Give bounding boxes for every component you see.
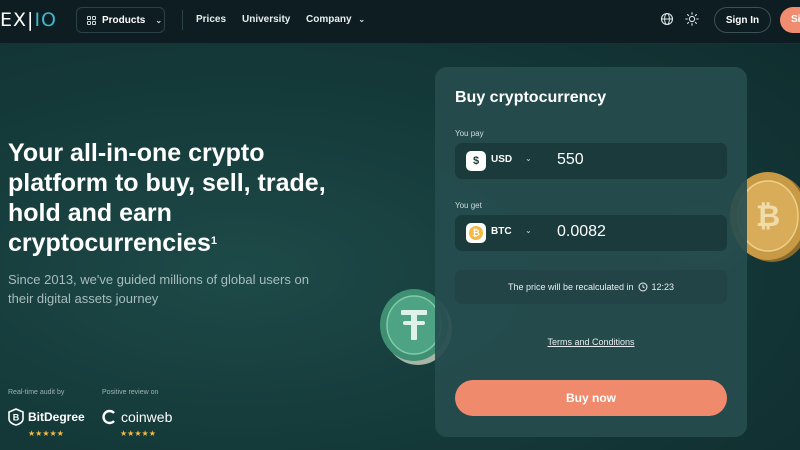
svg-text:B: B [13, 413, 20, 423]
terms-and-conditions-link[interactable]: Terms and Conditions [435, 337, 747, 347]
countdown-timer: 12:23 [651, 282, 675, 292]
top-navigation: EX|IO Products ⌄ Prices University Compa… [0, 0, 800, 44]
review-label: Positive review on [102, 389, 159, 396]
usd-icon: $ [466, 151, 486, 171]
chevron-down-icon[interactable]: ⌄ [525, 154, 532, 163]
chevron-down-icon: ⌄ [358, 15, 366, 24]
pay-amount-input[interactable]: 550 [557, 151, 584, 169]
sun-icon[interactable] [685, 12, 699, 26]
audit-label: Real-time audit by [8, 389, 65, 396]
card-title: Buy cryptocurrency [455, 89, 607, 106]
coinweb-name: coinweb [121, 409, 173, 425]
get-amount-output: 0.0082 [557, 223, 606, 240]
products-label: Products [102, 14, 146, 26]
bitdegree-rating: ★★★★★ [28, 429, 64, 438]
pay-currency-select[interactable]: USD [491, 154, 512, 165]
sign-up-button[interactable]: Sign Up [780, 7, 800, 33]
price-recalc-notice: The price will be recalculated in 12:23 [455, 270, 727, 304]
globe-icon[interactable] [660, 12, 674, 26]
chevron-down-icon[interactable]: ⌄ [525, 226, 532, 235]
bitdegree-badge[interactable]: B BitDegree [8, 408, 85, 426]
nav-link-prices[interactable]: Prices [196, 14, 226, 25]
hero-title: Your all-in-one crypto platform to buy, … [8, 139, 326, 257]
products-menu-button[interactable]: Products ⌄ [76, 7, 165, 33]
chevron-down-icon: ⌄ [155, 15, 163, 25]
nav-link-company[interactable]: Company ⌄ [306, 14, 365, 25]
logo[interactable]: EX|IO [0, 9, 57, 31]
get-currency-select[interactable]: BTC [491, 226, 512, 237]
sign-in-button[interactable]: Sign In [714, 7, 771, 33]
you-get-label: You get [455, 201, 482, 210]
clock-icon [638, 282, 648, 292]
nav-link-university[interactable]: University [242, 14, 290, 25]
buy-now-button[interactable]: Buy now [455, 380, 727, 416]
svg-text:₿: ₿ [756, 199, 780, 234]
grid-icon [87, 15, 96, 25]
you-get-field: ₿ BTC ⌄ 0.0082 [455, 215, 727, 251]
hero-subtitle: Since 2013, we've guided millions of glo… [8, 272, 309, 306]
footnote-marker[interactable]: 1 [211, 235, 217, 247]
btc-icon: ₿ [466, 223, 486, 243]
coinweb-badge[interactable]: coinweb [101, 408, 172, 426]
buy-crypto-card: Buy cryptocurrency You pay $ USD ⌄ 550 Y… [435, 67, 747, 437]
nav-divider [182, 10, 183, 30]
bitdegree-name: BitDegree [28, 410, 85, 424]
bitdegree-logo-icon: B [8, 408, 24, 426]
coinweb-logo-icon [102, 409, 115, 425]
you-pay-label: You pay [455, 129, 484, 138]
coinweb-rating: ★★★★★ [120, 429, 156, 438]
you-pay-field: $ USD ⌄ 550 [455, 143, 727, 179]
